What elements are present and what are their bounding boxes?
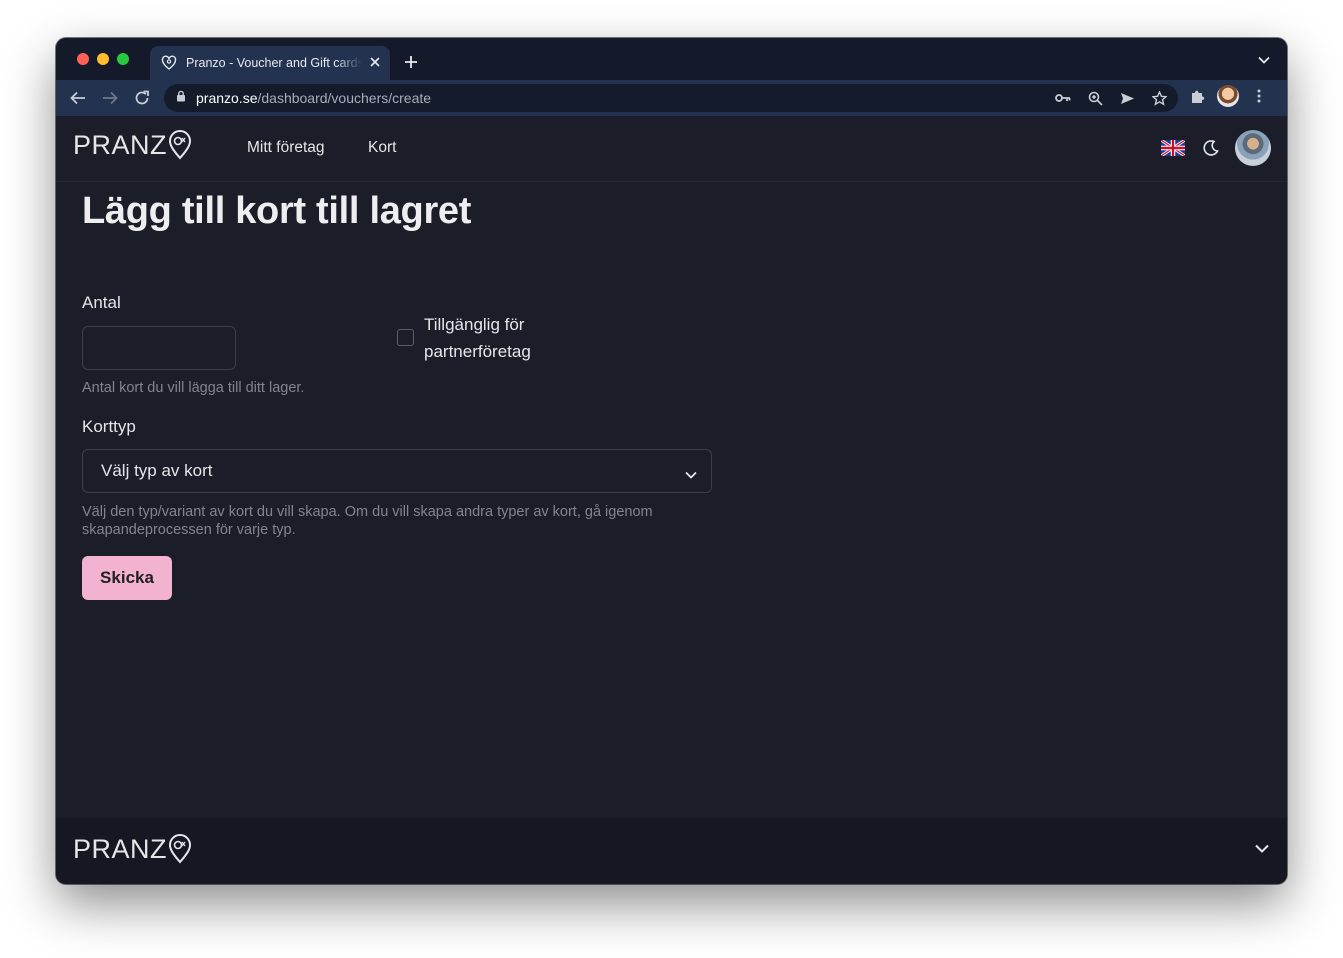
puzzle-icon[interactable] [1186, 85, 1208, 107]
submit-button[interactable]: Skicka [82, 556, 172, 600]
back-arrow-icon[interactable] [67, 87, 89, 109]
quantity-input[interactable] [82, 326, 236, 370]
card-type-select[interactable]: Välj typ av kort [82, 449, 712, 493]
browser-window: Pranzo - Voucher and Gift cards pranzo.s… [56, 38, 1287, 884]
page: PRANZ Mitt företag Kort Lägg till kort t… [56, 116, 1287, 884]
key-icon[interactable] [1052, 87, 1074, 109]
browser-tab[interactable]: Pranzo - Voucher and Gift cards [150, 46, 390, 80]
page-title: Lägg till kort till lagret [82, 190, 472, 232]
user-avatar[interactable] [1235, 130, 1271, 166]
uk-flag-icon[interactable] [1160, 138, 1186, 158]
kebab-menu-icon[interactable] [1248, 85, 1270, 107]
reload-icon[interactable] [131, 87, 153, 109]
lock-icon [176, 89, 186, 107]
zoom-icon[interactable] [1084, 87, 1106, 109]
tab-close-icon[interactable] [370, 55, 380, 71]
partner-available-checkbox[interactable] [397, 329, 414, 346]
tab-strip: Pranzo - Voucher and Gift cards [56, 38, 1287, 80]
tab-title: Pranzo - Voucher and Gift cards [186, 56, 362, 70]
send-icon[interactable] [1116, 87, 1138, 109]
moon-icon[interactable] [1201, 138, 1221, 158]
heart-location-favicon-icon [160, 54, 178, 72]
quantity-label: Antal [82, 293, 121, 312]
tab-search-chevron-down-icon[interactable] [1255, 51, 1273, 69]
partner-available-label[interactable]: Tillgänglig för partnerföretag [424, 311, 584, 365]
site-footer: PRANZ [56, 818, 1287, 884]
nav-link-kort[interactable]: Kort [368, 139, 396, 157]
card-type-help-text: Välj den typ/variant av kort du vill ska… [82, 504, 653, 538]
quantity-help-text: Antal kort du vill lägga till ditt lager… [82, 380, 305, 396]
star-icon[interactable] [1148, 87, 1170, 109]
card-type-selected-value: Välj typ av kort [101, 461, 213, 480]
site-navbar: PRANZ Mitt företag Kort [56, 116, 1287, 182]
card-type-label: Korttyp [82, 417, 136, 436]
page-header: Lägg till kort till lagret [82, 190, 471, 233]
browser-toolbar: pranzo.se/dashboard/vouchers/create [56, 80, 1287, 116]
pranzo-logo[interactable]: PRANZ [73, 130, 192, 161]
address-bar[interactable]: pranzo.se/dashboard/vouchers/create [164, 84, 1178, 112]
footer-pranzo-logo[interactable]: PRANZ [73, 834, 192, 865]
browser-profile-avatar[interactable] [1217, 85, 1239, 107]
url-text: pranzo.se/dashboard/vouchers/create [196, 90, 432, 106]
chevron-down-icon [685, 464, 697, 484]
new-tab-plus-icon[interactable] [400, 51, 422, 73]
maximize-window-button[interactable] [117, 53, 129, 65]
location-pin-icon [168, 130, 192, 167]
nav-link-mitt-foretag[interactable]: Mitt företag [247, 139, 325, 157]
location-pin-icon [168, 834, 192, 871]
footer-chevron-down-icon[interactable] [1255, 840, 1273, 858]
close-window-button[interactable] [77, 53, 89, 65]
forward-arrow-icon[interactable] [99, 87, 121, 109]
minimize-window-button[interactable] [97, 53, 109, 65]
